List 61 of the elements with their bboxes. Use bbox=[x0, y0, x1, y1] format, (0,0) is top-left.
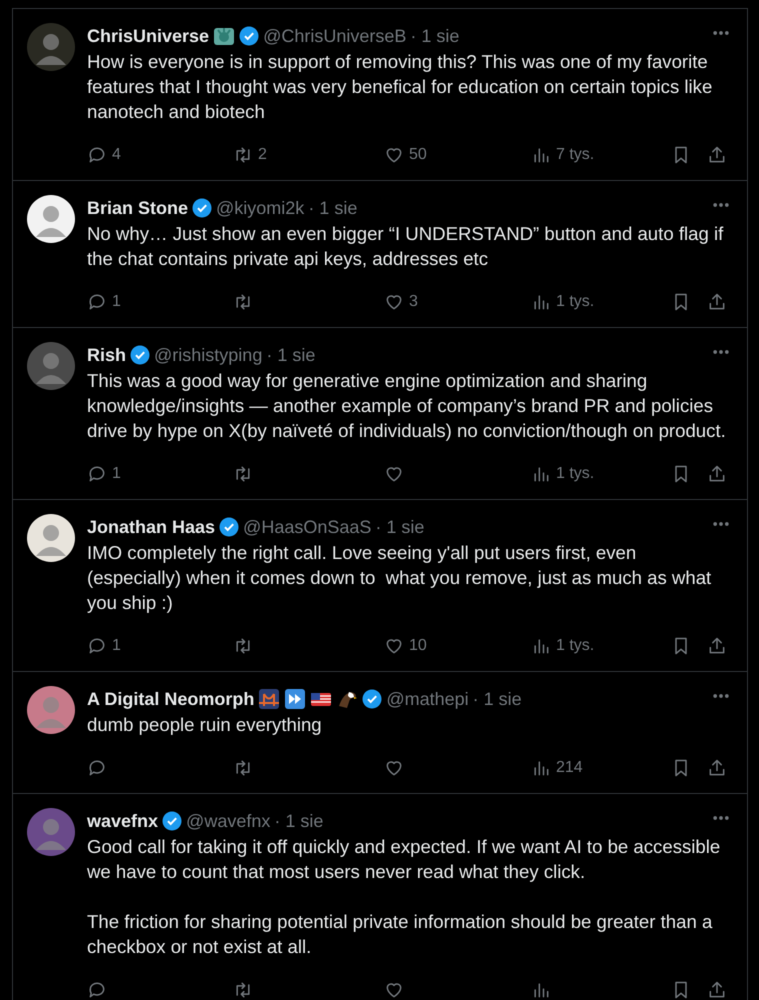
post-date[interactable]: · 1 sie bbox=[410, 24, 460, 46]
post-text: dumb people ruin everything bbox=[87, 713, 323, 737]
reply-icon[interactable] bbox=[87, 292, 107, 312]
user-name[interactable]: Jonathan Haas bbox=[87, 516, 216, 538]
like-count: 50 bbox=[409, 146, 427, 164]
user-handle[interactable]: @HaasOnSaaS bbox=[243, 516, 372, 538]
like-count: 10 bbox=[409, 637, 427, 655]
post-date[interactable]: · 1 sie bbox=[274, 810, 324, 832]
heart-icon[interactable] bbox=[384, 464, 404, 484]
like-count: 3 bbox=[409, 293, 418, 311]
reply-count: 1 bbox=[112, 465, 121, 483]
user-name[interactable]: A Digital Neomorph bbox=[87, 688, 254, 710]
heart-icon[interactable] bbox=[384, 980, 404, 1000]
emoji-icon bbox=[284, 688, 306, 710]
heart-icon[interactable] bbox=[384, 636, 404, 656]
user-handle[interactable]: @mathepi bbox=[386, 688, 469, 710]
avatar[interactable] bbox=[27, 195, 75, 243]
user-handle[interactable]: @kiyomi2k bbox=[216, 196, 304, 218]
view-count: 1 tys. bbox=[556, 465, 594, 483]
post-date[interactable]: · 1 sie bbox=[472, 688, 522, 710]
reply-count: 1 bbox=[112, 637, 121, 655]
reply-icon[interactable] bbox=[87, 980, 107, 1000]
heart-icon[interactable] bbox=[384, 145, 404, 165]
reply-count: 1 bbox=[112, 293, 121, 311]
user-name[interactable]: Rish bbox=[87, 344, 126, 366]
share-icon[interactable] bbox=[707, 292, 727, 312]
user-handle[interactable]: @ChrisUniverseB bbox=[263, 24, 406, 46]
heart-icon[interactable] bbox=[384, 758, 404, 778]
share-icon[interactable] bbox=[707, 636, 727, 656]
post-text: IMO completely the right call. Love seeing y'all put users first, even (especially) when it comes down to what you remove, just as much as what you ship :) bbox=[87, 541, 712, 615]
share-icon[interactable] bbox=[707, 980, 727, 1000]
heart-icon[interactable] bbox=[384, 292, 404, 312]
user-name[interactable]: Brian Stone bbox=[87, 196, 188, 218]
user-handle[interactable]: @rishistyping bbox=[154, 344, 262, 366]
post-date[interactable]: · 1 sie bbox=[375, 516, 424, 538]
reply-icon[interactable] bbox=[87, 145, 107, 165]
share-icon[interactable] bbox=[707, 464, 727, 484]
view-count: 1 tys. bbox=[556, 293, 594, 311]
post-text: Good call for taking it off quickly and expected. If we want AI to be accessible we have to count that most users never read what they click. bbox=[87, 835, 722, 884]
view-count: 7 tys. bbox=[556, 146, 594, 164]
post-text: How is everyone is in support of removing this? This was one of my favorite features that I thought was very benefical for education on certain topics like nanotech and biotech bbox=[87, 50, 714, 124]
reply-icon[interactable] bbox=[87, 758, 107, 778]
emoji-icon bbox=[258, 688, 280, 710]
repost-count: 2 bbox=[258, 146, 267, 164]
post-text: This was a good way for generative engine optimization and sharing knowledge/insights — another example of company’s brand PR and policies drive by hype on X(by naïveté of individuals) no conviction/though on product. bbox=[87, 369, 727, 443]
avatar[interactable] bbox=[27, 686, 75, 734]
post-text: No why… Just show an even bigger “I UNDERSTAND” button and auto flag if the chat contains private api keys, addresses etc bbox=[87, 222, 724, 271]
post-text: The friction for sharing potential private information should be greater than a checkbox or not exist at all. bbox=[87, 910, 714, 959]
view-count: 1 tys. bbox=[556, 637, 594, 655]
reply-icon[interactable] bbox=[87, 464, 107, 484]
user-name[interactable]: ChrisUniverse bbox=[87, 24, 210, 46]
post-date[interactable]: · 1 sie bbox=[308, 196, 358, 218]
user-name[interactable]: wavefnx bbox=[87, 810, 158, 832]
share-icon[interactable] bbox=[707, 758, 727, 778]
reply-count: 4 bbox=[112, 146, 121, 164]
post-date[interactable]: · 1 sie bbox=[266, 344, 316, 366]
share-icon[interactable] bbox=[707, 145, 727, 165]
user-handle[interactable]: @wavefnx bbox=[186, 810, 270, 832]
view-count: 214 bbox=[556, 759, 583, 777]
avatar[interactable] bbox=[27, 514, 75, 562]
reply-icon[interactable] bbox=[87, 636, 107, 656]
